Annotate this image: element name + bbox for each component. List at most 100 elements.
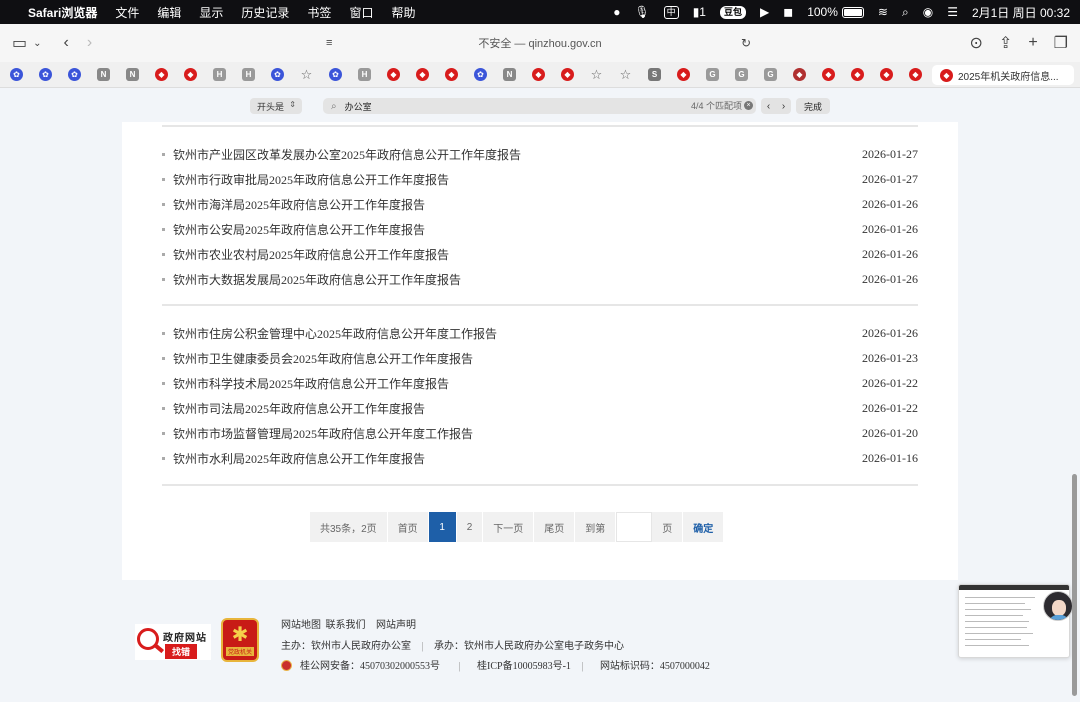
report-title[interactable]: 钦州市水利局2025年政府信息公开工作年度报告 bbox=[173, 450, 425, 467]
report-title[interactable]: 钦州市司法局2025年政府信息公开工作年度报告 bbox=[173, 400, 425, 417]
list-item[interactable]: 钦州市水利局2025年政府信息公开工作年度报告 2026-01-16 bbox=[162, 446, 918, 471]
baidu-paw-icon[interactable]: ✿ bbox=[474, 68, 487, 81]
g-site-icon[interactable]: G bbox=[764, 68, 777, 81]
baidu-paw-icon[interactable]: ✿ bbox=[10, 68, 23, 81]
spotlight-search-icon[interactable]: ⌕ bbox=[902, 5, 909, 20]
sidebar-toggle-icon[interactable]: ▭ bbox=[12, 32, 27, 54]
baidu-paw-icon[interactable]: ✿ bbox=[329, 68, 342, 81]
party-gov-organ-logo[interactable]: ✱ 党政机关 bbox=[221, 618, 259, 662]
report-title[interactable]: 钦州市市场监督管理局2025年政府信息公开年度工作报告 bbox=[173, 425, 473, 442]
clear-icon[interactable]: × bbox=[744, 101, 753, 110]
gov-emblem-icon[interactable]: ◆ bbox=[184, 68, 197, 81]
gov-emblem-icon[interactable]: ◆ bbox=[677, 68, 690, 81]
notification-icon[interactable]: ▮ 1 bbox=[693, 5, 706, 19]
police-record[interactable]: 桂公网安备：45070302000553号 bbox=[281, 660, 448, 672]
gov-emblem-icon[interactable]: ◆ bbox=[851, 68, 864, 81]
douban-status[interactable]: 豆包 bbox=[719, 5, 746, 19]
last-page-button[interactable]: 尾页 bbox=[534, 512, 575, 542]
menu-help[interactable]: 帮助 bbox=[391, 4, 415, 21]
s-site-icon[interactable]: S bbox=[648, 68, 661, 81]
multicolor-site-icon[interactable]: ◆ bbox=[793, 68, 806, 81]
h-site-icon[interactable]: H bbox=[213, 68, 226, 81]
gov-emblem-icon[interactable]: ◆ bbox=[561, 68, 574, 81]
n-site-icon[interactable]: N bbox=[126, 68, 139, 81]
gov-emblem-icon[interactable]: ◆ bbox=[822, 68, 835, 81]
star-icon[interactable]: ☆ bbox=[300, 67, 313, 82]
url-field[interactable]: 不安全 — qinzhou.gov.cn bbox=[478, 35, 601, 51]
microphone-icon[interactable]: 🎙 bbox=[634, 5, 649, 19]
baidu-paw-icon[interactable]: ✿ bbox=[39, 68, 52, 81]
list-item[interactable]: 钦州市行政审批局2025年政府信息公开工作年度报告 2026-01-27 bbox=[162, 167, 918, 192]
menu-window[interactable]: 窗口 bbox=[349, 4, 373, 21]
gov-emblem-icon[interactable]: ◆ bbox=[532, 68, 545, 81]
gov-emblem-icon[interactable]: ◆ bbox=[155, 68, 168, 81]
gov-emblem-icon[interactable]: ◆ bbox=[387, 68, 400, 81]
sidebar-menu-chevron-icon[interactable]: ⌄ bbox=[33, 32, 41, 54]
first-page-button[interactable]: 首页 bbox=[387, 512, 428, 542]
report-title[interactable]: 钦州市科学技术局2025年政府信息公开工作年度报告 bbox=[173, 375, 449, 392]
baidu-paw-icon[interactable]: ✿ bbox=[68, 68, 81, 81]
menu-file[interactable]: 文件 bbox=[115, 4, 139, 21]
active-tab[interactable]: ◆ 2025年机关政府信息... bbox=[932, 65, 1074, 85]
report-title[interactable]: 钦州市农业农村局2025年政府信息公开工作年度报告 bbox=[173, 246, 449, 263]
goto-page-input[interactable] bbox=[616, 512, 653, 542]
siri-icon[interactable]: ◉ bbox=[923, 5, 933, 19]
report-title[interactable]: 钦州市产业园区改革发展办公室2025年政府信息公开工作年度报告 bbox=[173, 146, 521, 163]
record-icon[interactable]: ● bbox=[613, 5, 620, 19]
input-method-indicator[interactable]: 中 bbox=[663, 5, 679, 19]
reload-icon[interactable]: ↻ bbox=[741, 32, 751, 54]
list-item[interactable]: 钦州市农业农村局2025年政府信息公开工作年度报告 2026-01-26 bbox=[162, 242, 918, 267]
list-item[interactable]: 钦州市大数据发展局2025年政府信息公开工作年度报告 2026-01-26 bbox=[162, 267, 918, 292]
baidu-paw-icon[interactable]: ✿ bbox=[271, 68, 284, 81]
menu-history[interactable]: 历史记录 bbox=[241, 4, 289, 21]
menu-bookmarks[interactable]: 书签 bbox=[307, 4, 331, 21]
menu-app-name[interactable]: Safari浏览器 bbox=[28, 4, 97, 21]
menu-clock[interactable]: 2月1日 周日 00:32 bbox=[972, 4, 1070, 21]
star-icon[interactable]: ☆ bbox=[590, 67, 603, 82]
report-title[interactable]: 钦州市大数据发展局2025年政府信息公开工作年度报告 bbox=[173, 271, 461, 288]
play-icon[interactable]: ▶ bbox=[760, 5, 769, 19]
h-site-icon[interactable]: H bbox=[242, 68, 255, 81]
previous-match-icon[interactable]: ‹ bbox=[767, 101, 770, 112]
g-site-icon[interactable]: G bbox=[706, 68, 719, 81]
list-item[interactable]: 钦州市住房公积金管理中心2025年政府信息公开年度工作报告 2026-01-26 bbox=[162, 321, 918, 346]
reader-icon[interactable]: ≡ bbox=[326, 32, 332, 54]
page-scrollbar[interactable] bbox=[1072, 474, 1077, 696]
find-done-button[interactable]: 完成 bbox=[796, 98, 830, 114]
star-icon[interactable]: ☆ bbox=[619, 67, 632, 82]
gov-emblem-icon[interactable]: ◆ bbox=[416, 68, 429, 81]
icp-record[interactable]: 桂ICP备10005983号-1 bbox=[477, 661, 571, 672]
n-site-icon[interactable]: N bbox=[97, 68, 110, 81]
download-icon[interactable]: ⊙ bbox=[970, 32, 983, 54]
h-site-icon[interactable]: H bbox=[358, 68, 371, 81]
assistant-avatar[interactable] bbox=[1043, 591, 1073, 621]
list-item[interactable]: 钦州市公安局2025年政府信息公开工作年度报告 2026-01-26 bbox=[162, 217, 918, 242]
find-input[interactable]: ⌕ 办公室 4/4 个匹配项 × bbox=[323, 98, 756, 114]
gov-emblem-icon[interactable]: ◆ bbox=[909, 68, 922, 81]
share-icon[interactable]: ⇪ bbox=[999, 32, 1012, 54]
footer-link-statement[interactable]: 网站声明 bbox=[376, 620, 416, 631]
list-item[interactable]: 钦州市司法局2025年政府信息公开工作年度报告 2026-01-22 bbox=[162, 396, 918, 421]
report-title[interactable]: 钦州市卫生健康委员会2025年政府信息公开工作年度报告 bbox=[173, 350, 473, 367]
find-mode-select[interactable]: 开头是 ⇕ bbox=[250, 98, 302, 114]
control-center-icon[interactable]: ☰ bbox=[947, 5, 958, 19]
next-match-icon[interactable]: › bbox=[782, 101, 785, 112]
footer-link-sitemap[interactable]: 网站地图 bbox=[281, 620, 321, 631]
report-title[interactable]: 钦州市行政审批局2025年政府信息公开工作年度报告 bbox=[173, 171, 449, 188]
page-2-button[interactable]: 2 bbox=[456, 512, 483, 542]
gov-emblem-icon[interactable]: ◆ bbox=[880, 68, 893, 81]
gov-website-error-report-logo[interactable]: 政府网站 找错 bbox=[135, 624, 211, 660]
list-item[interactable]: 钦州市市场监督管理局2025年政府信息公开年度工作报告 2026-01-20 bbox=[162, 421, 918, 446]
list-item[interactable]: 钦州市卫生健康委员会2025年政府信息公开工作年度报告 2026-01-23 bbox=[162, 346, 918, 371]
goto-confirm-button[interactable]: 确定 bbox=[683, 512, 724, 542]
gov-emblem-icon[interactable]: ◆ bbox=[445, 68, 458, 81]
menu-view[interactable]: 显示 bbox=[199, 4, 223, 21]
wifi-icon[interactable]: ≋ bbox=[878, 5, 888, 19]
report-title[interactable]: 钦州市公安局2025年政府信息公开工作年度报告 bbox=[173, 221, 425, 238]
report-title[interactable]: 钦州市住房公积金管理中心2025年政府信息公开年度工作报告 bbox=[173, 325, 497, 342]
forward-icon[interactable]: › bbox=[87, 32, 92, 54]
page-1-button[interactable]: 1 bbox=[428, 512, 456, 542]
list-item[interactable]: 钦州市海洋局2025年政府信息公开工作年度报告 2026-01-26 bbox=[162, 192, 918, 217]
app-s-icon[interactable]: ◼ bbox=[783, 5, 793, 19]
new-tab-icon[interactable]: + bbox=[1028, 32, 1037, 54]
